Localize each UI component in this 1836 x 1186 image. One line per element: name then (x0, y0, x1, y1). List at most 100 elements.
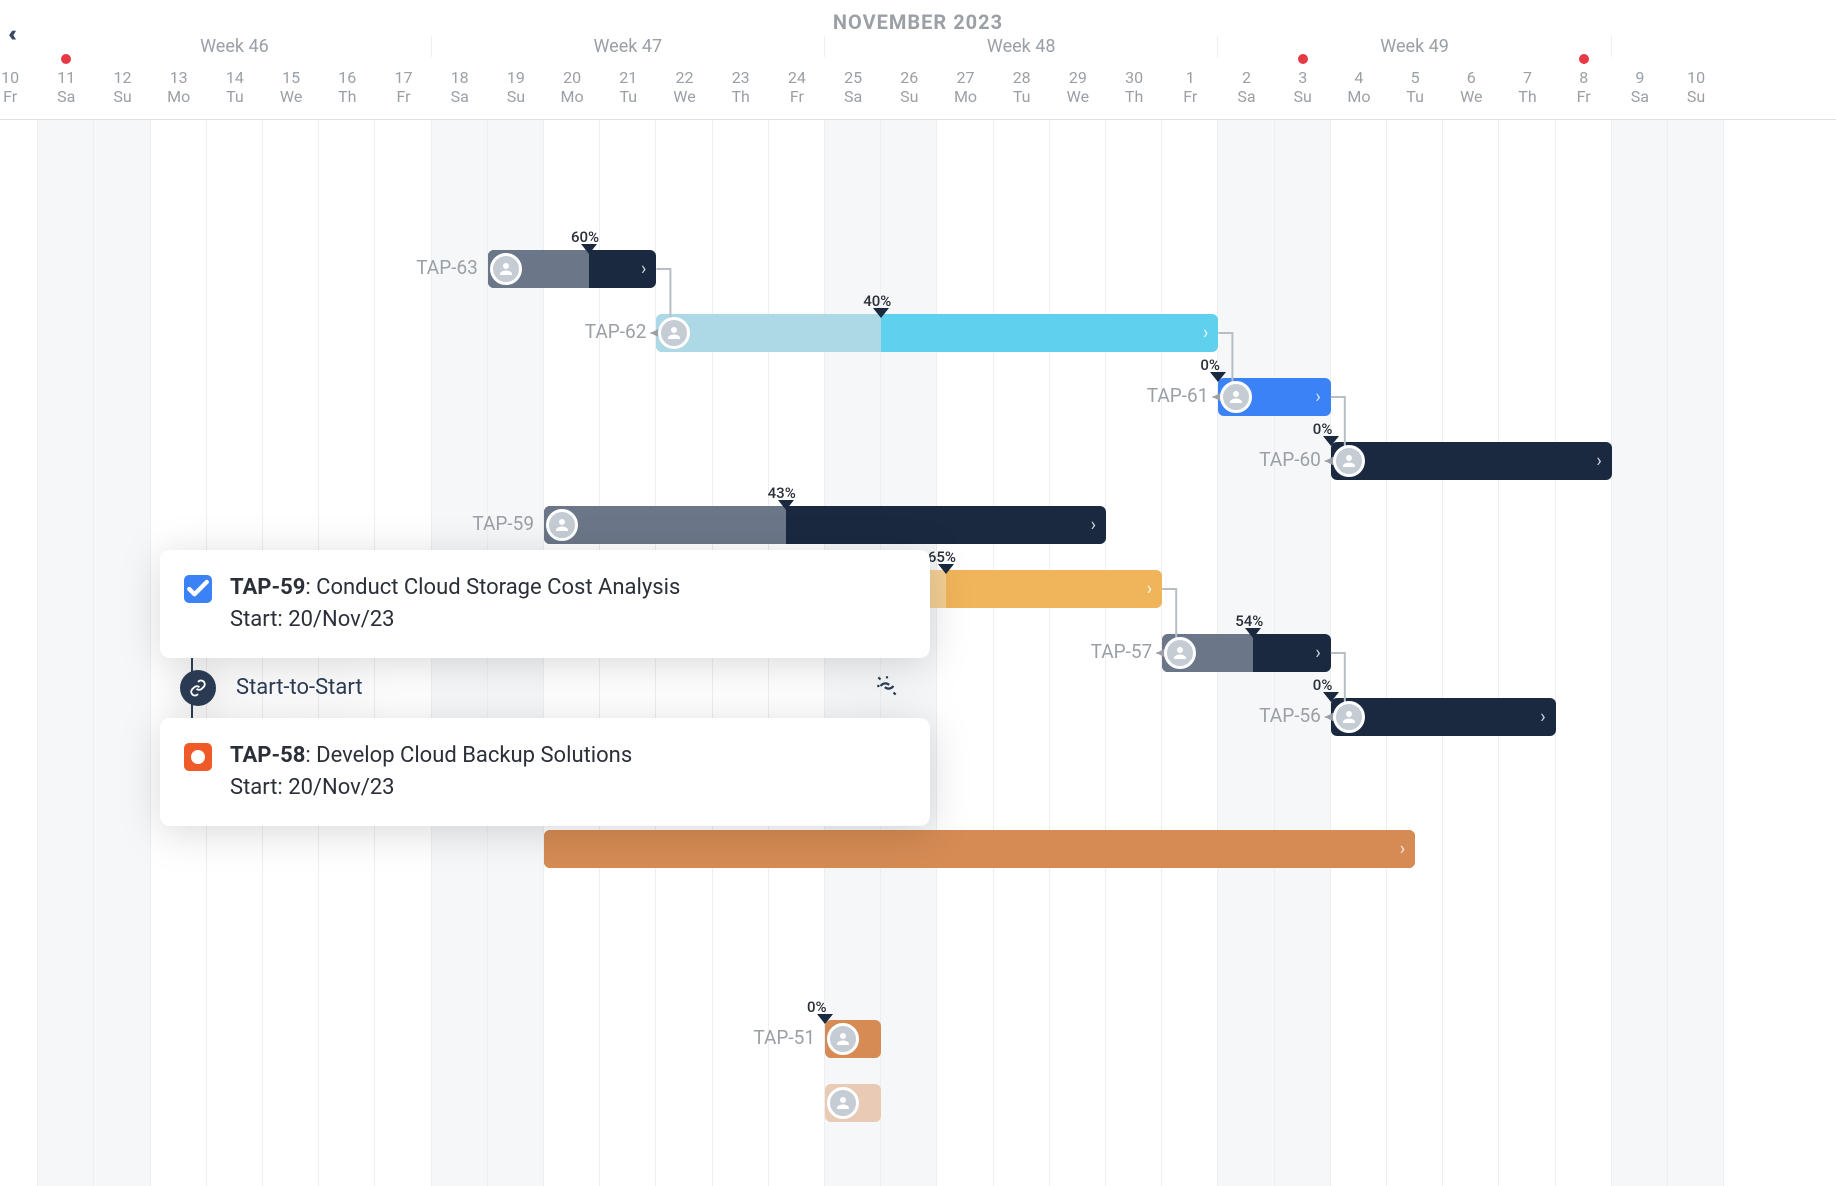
day-cell[interactable]: 16Th (319, 62, 375, 106)
popup-relation-row: Start-to-Start (160, 658, 930, 718)
task-key-label: TAP-57 (1091, 640, 1153, 663)
assignee-avatar-icon[interactable] (1333, 445, 1365, 477)
day-cell[interactable]: 21Tu (600, 62, 656, 106)
progress-caret-icon (581, 244, 597, 254)
month-label: NOVEMBER 2023 (833, 10, 1003, 34)
unlink-button[interactable] (874, 673, 900, 703)
day-cell[interactable]: 15We (263, 62, 319, 106)
progress-caret-icon (817, 1014, 833, 1024)
day-cell[interactable]: 13Mo (151, 62, 207, 106)
dependency-popup: TAP-59: Conduct Cloud Storage Cost Analy… (160, 550, 930, 826)
day-cell[interactable]: 25Sa (825, 62, 881, 106)
day-cell[interactable]: 19Su (488, 62, 544, 106)
task-row: TAP-63 ›60% (0, 250, 1836, 288)
task-type-icon (184, 575, 212, 603)
timeline-header: ‹‹ NOVEMBER 2023 Week 46Week 47Week 48We… (0, 0, 1836, 120)
chevron-right-icon[interactable]: › (1147, 579, 1152, 600)
chevron-right-icon[interactable]: › (1400, 839, 1405, 860)
popup-task-text: TAP-58: Develop Cloud Backup Solutions S… (230, 740, 632, 804)
task-row: TAP-59 ›43% (0, 506, 1836, 544)
link-icon (180, 670, 216, 706)
task-bar[interactable] (825, 1084, 881, 1122)
progress-caret-icon (938, 564, 954, 574)
week-label: Week 46 (38, 36, 431, 57)
day-cell[interactable]: 30Th (1106, 62, 1162, 106)
assignee-avatar-icon[interactable] (827, 1087, 859, 1119)
day-cell[interactable]: 8Fr (1556, 62, 1612, 106)
task-bar[interactable]: 0% (825, 1020, 881, 1058)
progress-caret-icon (873, 308, 889, 318)
task-bar[interactable]: ›0% (1218, 378, 1330, 416)
day-cell[interactable]: 4Mo (1331, 62, 1387, 106)
task-key-label: TAP-63 (416, 256, 478, 279)
day-cell[interactable]: 24Fr (769, 62, 825, 106)
day-cell[interactable]: 18Sa (432, 62, 488, 106)
week-label: Week 47 (432, 36, 825, 57)
day-cell[interactable]: 11Sa (38, 62, 94, 106)
day-cell[interactable]: 10Fr (0, 62, 38, 106)
task-key-label: TAP-60 (1259, 448, 1321, 471)
day-cell[interactable]: 23Th (713, 62, 769, 106)
task-row: TAP-51 0% (0, 1020, 1836, 1058)
day-cell[interactable]: 9Sa (1612, 62, 1668, 106)
chevron-right-icon[interactable]: › (1203, 323, 1208, 344)
assignee-avatar-icon[interactable] (1164, 637, 1196, 669)
task-key-label: TAP-59 (472, 512, 534, 535)
task-key-label: TAP-61 (1147, 384, 1209, 407)
progress-caret-icon (1323, 436, 1339, 446)
relation-label: Start-to-Start (236, 675, 363, 700)
week-label: Week 48 (825, 36, 1218, 57)
chevron-right-icon[interactable]: › (1091, 515, 1096, 536)
assignee-avatar-icon[interactable] (490, 253, 522, 285)
day-cell[interactable]: 28Tu (994, 62, 1050, 106)
task-bar[interactable]: › (544, 830, 1415, 868)
chevron-right-icon[interactable]: › (1540, 707, 1545, 728)
chevron-right-icon[interactable]: › (641, 259, 646, 280)
day-cell[interactable]: 7Th (1499, 62, 1555, 106)
day-cell[interactable]: 10Su (1668, 62, 1724, 106)
day-cell[interactable]: 22We (656, 62, 712, 106)
chevron-right-icon[interactable]: › (1315, 643, 1320, 664)
task-bar[interactable]: ›0% (1331, 442, 1612, 480)
chevron-right-icon[interactable]: › (1315, 387, 1320, 408)
task-bar[interactable]: ›0% (1331, 698, 1556, 736)
task-bar[interactable]: ›40% (656, 314, 1218, 352)
task-bar[interactable]: ›43% (544, 506, 1106, 544)
task-row: › (0, 830, 1836, 868)
popup-task-text: TAP-59: Conduct Cloud Storage Cost Analy… (230, 572, 680, 636)
assignee-avatar-icon[interactable] (1333, 701, 1365, 733)
day-cell[interactable]: 1Fr (1162, 62, 1218, 106)
day-cell[interactable]: 17Fr (375, 62, 431, 106)
task-row: TAP-61 ›0% (0, 378, 1836, 416)
week-label: Week 49 (1218, 36, 1611, 57)
day-cell[interactable]: 5Tu (1387, 62, 1443, 106)
day-cell[interactable]: 3Su (1275, 62, 1331, 106)
task-key-label: TAP-51 (753, 1026, 815, 1049)
progress-caret-icon (778, 500, 794, 510)
day-row: 10Fr11Sa12Su13Mo14Tu15We16Th17Fr18Sa19Su… (0, 62, 1836, 120)
popup-task-bottom[interactable]: TAP-58: Develop Cloud Backup Solutions S… (160, 718, 930, 826)
progress-caret-icon (1245, 628, 1261, 638)
chevron-right-icon[interactable]: › (1596, 451, 1601, 472)
day-cell[interactable]: 20Mo (544, 62, 600, 106)
task-bar[interactable]: ›54% (1162, 634, 1331, 672)
day-cell[interactable]: 26Su (881, 62, 937, 106)
day-cell[interactable]: 14Tu (207, 62, 263, 106)
progress-caret-icon (1323, 692, 1339, 702)
task-bar[interactable]: ›60% (488, 250, 657, 288)
task-key-label: TAP-56 (1259, 704, 1321, 727)
task-row (0, 1084, 1836, 1122)
task-type-icon (184, 743, 212, 771)
week-row: Week 46Week 47Week 48Week 49 (0, 36, 1836, 62)
day-cell[interactable]: 12Su (94, 62, 150, 106)
assignee-avatar-icon[interactable] (827, 1023, 859, 1055)
day-cell[interactable]: 29We (1050, 62, 1106, 106)
assignee-avatar-icon[interactable] (546, 509, 578, 541)
day-cell[interactable]: 2Sa (1218, 62, 1274, 106)
popup-task-top[interactable]: TAP-59: Conduct Cloud Storage Cost Analy… (160, 550, 930, 658)
task-row: TAP-62›40% (0, 314, 1836, 352)
day-cell[interactable]: 6We (1443, 62, 1499, 106)
task-row: TAP-60 ›0% (0, 442, 1836, 480)
day-cell[interactable]: 27Mo (937, 62, 993, 106)
progress-caret-icon (1210, 372, 1226, 382)
